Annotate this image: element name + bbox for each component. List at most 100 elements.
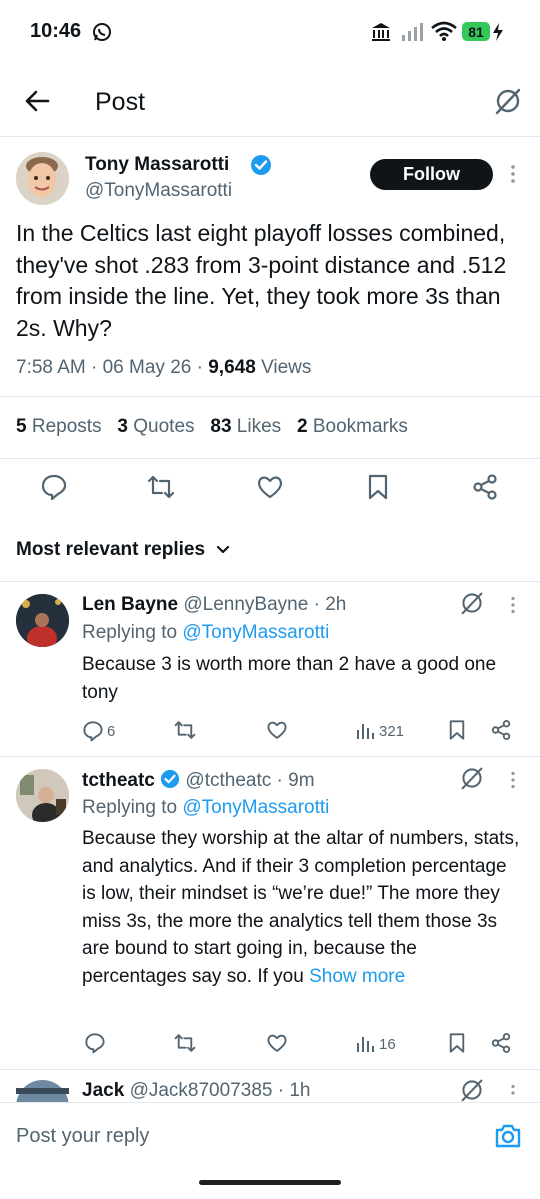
reply-views[interactable]: 16 [355,1032,396,1056]
reply-views-count: 321 [379,722,405,740]
post-meta: 7:58 AM · 06 May 26 · 9,648 Views [16,357,311,379]
analytics-icon [357,1037,374,1052]
show-more-link[interactable]: Show more [309,966,405,987]
reply-input[interactable]: Post your reply [16,1125,149,1148]
more-options-icon[interactable] [510,1084,516,1100]
bookmarks-stat[interactable]: 2 Bookmarks [297,416,408,437]
share-icon[interactable] [490,1032,512,1054]
wifi-icon [431,21,457,41]
heart-icon[interactable] [266,719,288,741]
meta-divider [0,396,540,397]
grok-icon[interactable] [460,1078,484,1102]
grok-icon[interactable] [460,766,484,790]
share-icon [473,474,497,500]
replying-to: Replying to @TonyMassarotti [82,622,329,644]
likes-count: 83 [210,416,232,437]
share-button[interactable] [463,465,507,509]
replies-sort-dropdown[interactable]: Most relevant replies [16,539,230,561]
reply-views-count: 16 [379,1035,396,1053]
meta-separator: · [91,357,98,378]
heart-icon[interactable] [266,1032,288,1054]
repost-icon[interactable] [173,719,197,741]
repost-button[interactable] [139,465,183,509]
reposts-stat[interactable]: 5 Reposts [16,416,102,437]
likes-label: Likes [236,416,282,437]
replies-divider [0,581,540,582]
back-arrow-icon[interactable] [24,89,50,113]
share-icon[interactable] [490,719,512,741]
reply-views[interactable]: 321 [355,719,404,743]
like-button[interactable] [248,465,292,509]
bookmark-icon[interactable] [447,719,467,741]
reply-icon [83,721,103,742]
reply-author-handle[interactable]: @tctheatc [185,770,271,791]
repost-icon [147,475,175,499]
quotes-stat[interactable]: 3 Quotes [117,416,194,437]
analytics-icon [357,724,374,739]
reply-header: tctheatc @tctheatc · 9m [82,769,315,792]
bookmarks-count: 2 [297,416,308,437]
heart-icon [258,476,282,499]
page-title: Post [95,88,146,116]
more-options-icon[interactable] [510,164,516,184]
author-handle[interactable]: @TonyMassarotti [85,180,232,202]
reply-author-name[interactable]: tctheatc [82,770,155,791]
home-indicator [199,1180,341,1185]
author-avatar-image [16,152,69,205]
meta-separator: · [196,357,203,378]
author-name[interactable]: Tony Massarotti [85,154,229,176]
post-stats: 5 Reposts 3 Quotes 83 Likes 2 Bookmarks [16,416,408,438]
bookmarks-label: Bookmarks [312,416,408,437]
replies-sort-label: Most relevant replies [16,539,206,560]
grok-icon[interactable] [494,87,522,115]
reply-text: Because they worship at the altar of num… [82,825,522,990]
replying-to-link[interactable]: @TonyMassarotti [182,622,329,643]
reply-separator: · [313,594,320,615]
more-options-icon[interactable] [510,596,516,614]
more-options-icon[interactable] [510,771,516,789]
reply-text-body: Because they worship at the altar of num… [82,828,520,987]
reply-composer: Post your reply [0,1102,540,1173]
battery-indicator: 81 [462,22,490,41]
bookmark-button[interactable] [356,465,400,509]
reply-avatar[interactable] [16,1080,69,1102]
camera-icon[interactable] [494,1123,522,1149]
quotes-count: 3 [117,416,128,437]
grok-icon[interactable] [460,591,484,615]
reply-avatar[interactable] [16,769,69,822]
charging-icon [493,23,503,41]
reply-time: 2h [325,594,347,615]
reply-author-handle[interactable]: @Jack87007385 [130,1080,273,1101]
likes-stat[interactable]: 83 Likes [210,416,281,437]
reply-separator: · [276,770,283,791]
reply-divider [0,756,540,757]
reply-avatar-image [16,594,69,647]
reply-header-clip: Jack @Jack87007385 · 1h [82,1080,522,1102]
reply-avatar[interactable] [16,594,69,647]
reply-author-handle[interactable]: @LennyBayne [183,594,308,615]
author-avatar[interactable] [16,152,69,205]
reply-time: 9m [288,770,315,791]
chevron-down-icon [217,545,230,554]
reply-header: Jack @Jack87007385 · 1h [82,1080,522,1102]
verified-badge-icon [161,769,180,789]
follow-button[interactable]: Follow [370,159,493,190]
stats-divider [0,458,540,459]
reply-author-name[interactable]: Len Bayne [82,594,178,615]
replying-to: Replying to @TonyMassarotti [82,797,329,819]
reply-avatar-image [16,769,69,822]
reply-divider [0,1069,540,1070]
replying-to-prefix: Replying to [82,797,178,818]
bookmark-icon [368,474,388,500]
reply-avatar-image [16,1080,69,1102]
reply-icon[interactable] [84,1032,106,1054]
header-divider [0,136,540,137]
bookmark-icon[interactable] [447,1032,467,1054]
reply-button[interactable] [32,465,76,509]
reply-author-name[interactable]: Jack [82,1080,124,1101]
repost-icon[interactable] [173,1032,197,1054]
reply-count: 6 [107,722,116,740]
reply-comment-button[interactable]: 6 [82,719,115,743]
reply-time: 1h [289,1080,311,1101]
replying-to-link[interactable]: @TonyMassarotti [182,797,329,818]
